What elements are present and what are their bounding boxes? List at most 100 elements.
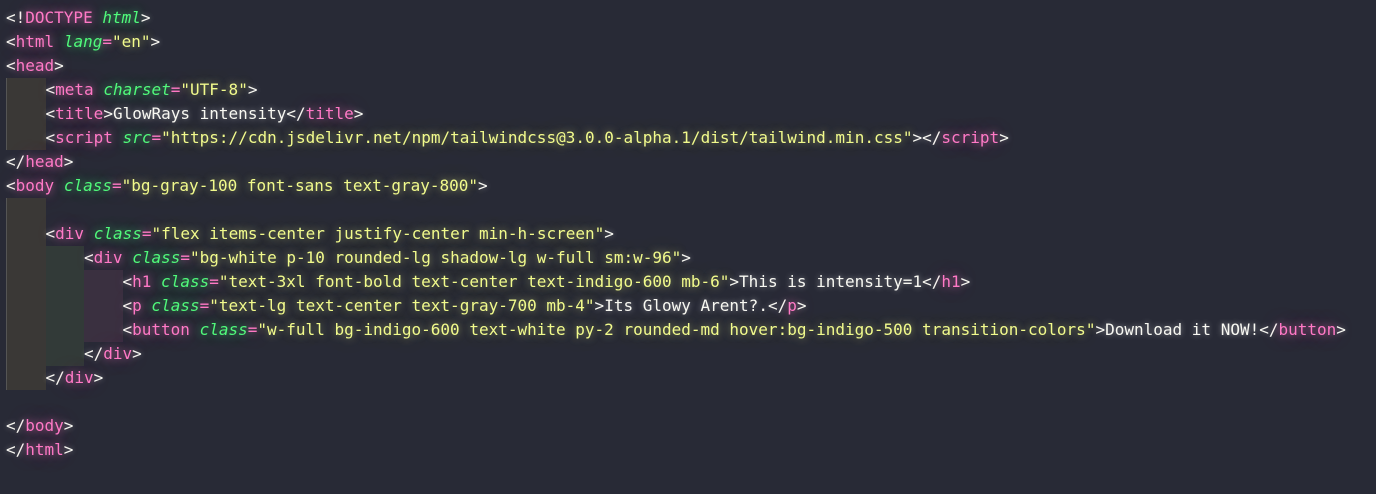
string-value-token: "https://cdn.jsdelivr.net/npm/tailwindcs… bbox=[161, 128, 913, 147]
string-value-token: "bg-white p-10 rounded-lg shadow-lg w-fu… bbox=[190, 248, 682, 267]
tag-name-token: script bbox=[55, 128, 113, 147]
code-line[interactable]: < div class = "flex items-center justify-ce… bbox=[6, 222, 1376, 246]
code-line[interactable]: </div > bbox=[6, 342, 1376, 366]
punctuation-token: > bbox=[999, 128, 1009, 147]
tag-name-token: html bbox=[15, 32, 55, 51]
tag-name-token: = bbox=[102, 32, 112, 51]
tag-name-token: p bbox=[787, 296, 797, 315]
tag-name-token: button bbox=[1278, 320, 1337, 339]
tag-name-token: button bbox=[132, 320, 190, 339]
tag-name-token: div bbox=[64, 368, 94, 387]
indent-guide bbox=[45, 270, 84, 294]
indent-guide bbox=[6, 198, 46, 222]
punctuation-token bbox=[54, 30, 64, 54]
code-line[interactable]: < button class = "w-full bg-indigo-600 text… bbox=[6, 318, 1376, 342]
tag-name-token: DOCTYPE bbox=[25, 8, 93, 27]
punctuation-token: > bbox=[353, 104, 364, 123]
string-value-token: "text-lg text-center text-gray-700 mb-4" bbox=[209, 296, 595, 315]
code-line[interactable]: < html lang = "en" > bbox=[6, 30, 1376, 54]
tag-name-token: = bbox=[151, 128, 162, 147]
code-line[interactable] bbox=[6, 390, 1376, 414]
punctuation-token: > bbox=[729, 272, 740, 291]
punctuation-token: > bbox=[132, 344, 142, 363]
code-line[interactable]: < div class = "bg-white p-10 rounded-lg sha… bbox=[6, 246, 1376, 270]
text-content-token: Its Glowy Arent?. bbox=[604, 296, 768, 315]
code-line[interactable]: < body class = "bg-gray-100 font-sans text-… bbox=[6, 174, 1376, 198]
code-line[interactable]: < script src = "https://cdn.jsdelivr.net/np… bbox=[6, 126, 1376, 150]
punctuation-token bbox=[94, 78, 104, 102]
text-content-token: This is intensity=1 bbox=[739, 272, 923, 291]
punctuation-token: > bbox=[150, 32, 161, 51]
code-line[interactable]: </div > bbox=[6, 366, 1376, 390]
code-line[interactable]: < head > bbox=[6, 54, 1376, 78]
indent-guide bbox=[45, 246, 84, 270]
punctuation-token: </ bbox=[84, 344, 104, 363]
punctuation-token bbox=[84, 222, 94, 246]
punctuation-token: < bbox=[6, 176, 16, 195]
indent-guide bbox=[6, 78, 46, 102]
tag-name-token: = bbox=[247, 320, 258, 339]
text-content-token: GlowRays intensity bbox=[112, 104, 287, 123]
indent-guide bbox=[45, 294, 84, 318]
punctuation-token: > bbox=[1095, 320, 1106, 339]
punctuation-token: > bbox=[247, 80, 258, 99]
punctuation-token: > bbox=[604, 224, 614, 243]
punctuation-token: > bbox=[103, 104, 113, 123]
punctuation-token: > bbox=[960, 272, 971, 291]
string-value-token: "bg-gray-100 font-sans text-gray-800" bbox=[121, 176, 479, 195]
tag-name-token: div bbox=[103, 344, 133, 363]
tag-name-token: html bbox=[25, 440, 64, 459]
code-line[interactable]: <! DOCTYPE html > bbox=[6, 6, 1376, 30]
indent-guide bbox=[6, 294, 46, 318]
punctuation-token: > bbox=[54, 56, 64, 75]
tag-name-token: = bbox=[141, 224, 152, 243]
code-line[interactable]: </body > bbox=[6, 414, 1376, 438]
tag-name-token: p bbox=[132, 296, 142, 315]
attribute-name-token: class bbox=[93, 224, 142, 243]
punctuation-token: < bbox=[45, 80, 56, 99]
punctuation-token: < bbox=[45, 104, 56, 123]
code-line[interactable]: </head > bbox=[6, 150, 1376, 174]
tag-name-token: body bbox=[15, 176, 55, 195]
punctuation-token: > bbox=[594, 296, 605, 315]
indent-guide bbox=[45, 342, 84, 366]
indent-guide bbox=[84, 318, 123, 342]
indent-guide bbox=[6, 270, 46, 294]
punctuation-token: < bbox=[122, 320, 133, 339]
punctuation-token: < bbox=[45, 224, 56, 243]
tag-name-token: title bbox=[305, 104, 354, 123]
tag-name-token: h1 bbox=[941, 272, 961, 291]
indent-guide bbox=[6, 102, 46, 126]
attribute-name-token: lang bbox=[63, 32, 103, 51]
punctuation-token: </ bbox=[6, 440, 26, 459]
code-line[interactable]: < h1 class = "text-3xl font-bold text-cente… bbox=[6, 270, 1376, 294]
code-line[interactable]: < p class = "text-lg text-center text-gray-… bbox=[6, 294, 1376, 318]
punctuation-token: < bbox=[6, 56, 16, 75]
code-line[interactable] bbox=[6, 198, 1376, 222]
string-value-token: "flex items-center justify-center min-h-… bbox=[151, 224, 605, 243]
code-line[interactable]: < meta charset = "UTF-8" > bbox=[6, 78, 1376, 102]
tag-name-token: = bbox=[199, 296, 210, 315]
punctuation-token: < bbox=[122, 296, 133, 315]
tag-name-token: h1 bbox=[132, 272, 152, 291]
punctuation-token: </ bbox=[6, 152, 26, 171]
indent-guide bbox=[45, 318, 84, 342]
attribute-name-token: class bbox=[161, 272, 210, 291]
punctuation-token: > bbox=[93, 368, 104, 387]
tag-name-token: = bbox=[209, 272, 219, 291]
indent-guide bbox=[84, 270, 123, 294]
attribute-name-token: class bbox=[199, 320, 248, 339]
code-line[interactable]: </html > bbox=[6, 438, 1376, 462]
punctuation-token bbox=[54, 174, 64, 198]
string-value-token: "UTF-8" bbox=[180, 80, 248, 99]
code-editor[interactable]: <! DOCTYPE html > < html lang = "en" > < head > < me… bbox=[0, 0, 1376, 462]
tag-name-token: meta bbox=[55, 80, 94, 99]
punctuation-token: < bbox=[122, 272, 133, 291]
punctuation-token bbox=[93, 6, 103, 30]
code-line[interactable]: < title > GlowRays intensity </title > bbox=[6, 102, 1376, 126]
punctuation-token: </ bbox=[922, 272, 942, 291]
indent-guide bbox=[6, 246, 46, 270]
punctuation-token: </ bbox=[1259, 320, 1279, 339]
attribute-name-token: src bbox=[122, 128, 152, 147]
punctuation-token: </ bbox=[45, 368, 65, 387]
